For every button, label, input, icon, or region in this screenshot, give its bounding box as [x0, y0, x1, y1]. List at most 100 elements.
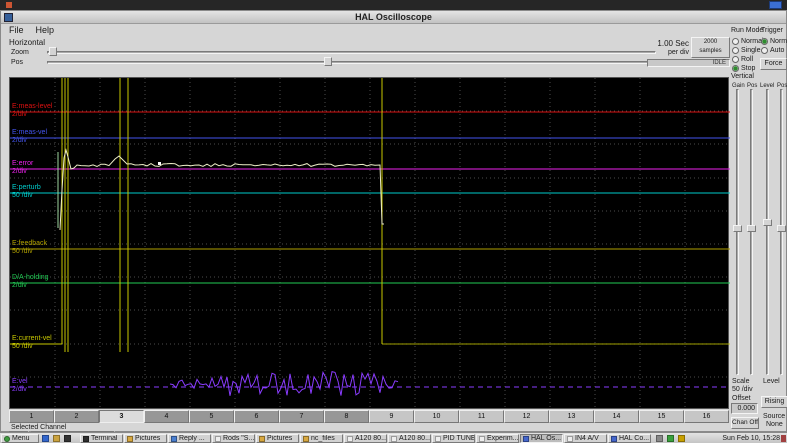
vpos-slider[interactable] [750, 89, 753, 375]
taskbar-window-experim[interactable]: Experim... [476, 434, 519, 443]
hpos-slider-handle[interactable] [324, 57, 332, 66]
right-panel: Run Mode Normal Single Roll Stop Trigger No… [730, 25, 787, 433]
terminal-icon[interactable] [64, 435, 71, 442]
source-value: None [766, 421, 783, 428]
tpos-slider-handle[interactable] [777, 225, 786, 232]
channel-tab-12[interactable]: 12 [504, 410, 549, 423]
titlebar[interactable]: HAL Oscilloscope [1, 11, 786, 24]
per-div-label: per div [667, 49, 689, 56]
scope-display[interactable]: E:meas-level 2/div E:meas-vel 2/div E:error 2… [9, 77, 730, 410]
trigger-radio-normal[interactable]: Normal [761, 37, 787, 46]
channel-tab-2[interactable]: 2 [54, 410, 99, 423]
run-mode-radio-single[interactable]: Single [732, 46, 760, 55]
channel-tab-11[interactable]: 11 [459, 410, 504, 423]
samples-line2: at 200 Hz [692, 56, 729, 57]
clock[interactable]: Sun Feb 10, 15:28 [690, 433, 780, 443]
scope-canvas [10, 78, 730, 410]
channel-tab-8[interactable]: 8 [324, 410, 369, 423]
mail-icon [171, 435, 177, 442]
samples-line1: 2000 samples [699, 39, 722, 54]
gain-slider-handle[interactable] [733, 225, 742, 232]
source-label: Source [763, 413, 786, 420]
channel-tab-9[interactable]: 9 [369, 410, 414, 423]
hpos-slider[interactable] [47, 61, 656, 64]
gain-slider[interactable] [736, 89, 739, 375]
halscope-window: HAL Oscilloscope File Help Horizontal Zoo… [0, 10, 787, 442]
menu-button[interactable]: Menu [1, 434, 39, 443]
taskbar-window-label: nc_files [311, 435, 335, 442]
menu-help[interactable]: Help [30, 25, 61, 36]
channel-tab-4[interactable]: 4 [144, 410, 189, 423]
taskbar-window-label: HAL Co... [619, 435, 650, 442]
trace-noise [169, 370, 399, 396]
taskbar-window-pictures[interactable]: Pictures [124, 434, 167, 443]
trigger-radio-auto[interactable]: Auto [761, 46, 784, 55]
pager-icon[interactable] [769, 1, 782, 9]
tpos-slider[interactable] [780, 89, 783, 375]
taskbar-window-label: A120 80... [399, 435, 431, 442]
radio-label: Single [741, 46, 761, 54]
document-icon [347, 435, 353, 442]
level-slider[interactable] [766, 89, 769, 375]
force-button[interactable]: Force [760, 58, 787, 70]
browser-icon[interactable] [42, 435, 49, 442]
terminal-icon [83, 435, 89, 442]
channel-tab-14[interactable]: 14 [594, 410, 639, 423]
channel-tab-16[interactable]: 16 [684, 410, 729, 423]
channel-tab-15[interactable]: 15 [639, 410, 684, 423]
level-slider-handle[interactable] [763, 219, 772, 226]
zoom-slider-handle[interactable] [49, 47, 57, 56]
channel-tab-7[interactable]: 7 [279, 410, 324, 423]
corner-applet-icon[interactable] [781, 435, 786, 442]
taskbar-window-reply[interactable]: Reply ... [168, 434, 211, 443]
radio-label: Normal [770, 37, 787, 45]
volume-icon[interactable] [656, 435, 663, 442]
radio-icon [761, 38, 768, 45]
vpos-slider-handle[interactable] [747, 225, 756, 232]
vertical-title: Vertical [731, 73, 754, 80]
taskbar-window-hal-co[interactable]: HAL Co... [608, 434, 651, 443]
document-icon [435, 435, 441, 442]
channel-tab-13[interactable]: 13 [549, 410, 594, 423]
taskbar-window-in4-a-v[interactable]: IN4 A/V [564, 434, 607, 443]
taskbar-window-a120-80[interactable]: A120 80... [344, 434, 387, 443]
folder-icon [259, 435, 265, 442]
chan-off-button[interactable]: Chan Off [731, 417, 759, 429]
samples-button[interactable]: 2000 samples at 200 Hz [691, 37, 730, 58]
channel-tab-10[interactable]: 10 [414, 410, 459, 423]
offset-value-box[interactable]: 0.000 [731, 403, 758, 414]
taskbar-window-label: A120 80... [355, 435, 387, 442]
taskbar-window-rods-s[interactable]: Rods "S... [212, 434, 255, 443]
channel-tab-3[interactable]: 3 [99, 410, 144, 423]
top-panel [0, 0, 787, 10]
channel-tab-5[interactable]: 5 [189, 410, 234, 423]
menubar: File Help [3, 25, 60, 36]
rising-button[interactable]: Rising [761, 396, 787, 408]
notification-icon[interactable] [678, 435, 685, 442]
radio-icon [732, 65, 739, 72]
run-mode-radio-stop[interactable]: Stop [732, 64, 755, 73]
zoom-slider[interactable] [47, 51, 656, 54]
taskbar-window-pictures[interactable]: Pictures [256, 434, 299, 443]
taskbar-window-a120-80[interactable]: A120 80... [388, 434, 431, 443]
run-mode-radio-roll[interactable]: Roll [732, 55, 753, 64]
run-mode-group: Normal Single Roll Stop [732, 37, 764, 77]
taskbar-window-terminal[interactable]: Terminal [80, 434, 123, 443]
trigger-mode-group: NormalAuto [761, 37, 787, 57]
radio-icon [761, 47, 768, 54]
menu-icon [4, 435, 10, 442]
taskbar-window-nc-files[interactable]: nc_files [300, 434, 343, 443]
menu-file[interactable]: File [3, 25, 30, 36]
files-icon[interactable] [53, 435, 60, 442]
top-panel-launcher-icon[interactable] [6, 2, 12, 8]
network-icon[interactable] [667, 435, 674, 442]
taskbar-window-pid-tune[interactable]: PID TUNE [432, 434, 475, 443]
window-icon [4, 13, 13, 22]
document-icon [391, 435, 397, 442]
channel-tab-1[interactable]: 1 [9, 410, 54, 423]
run-mode-radio-normal[interactable]: Normal [732, 37, 764, 46]
scope-icon [523, 435, 529, 442]
channel-tab-6[interactable]: 6 [234, 410, 279, 423]
taskbar-window-hal-os[interactable]: HAL Os... [520, 434, 563, 443]
force-button-label: Force [764, 60, 783, 67]
